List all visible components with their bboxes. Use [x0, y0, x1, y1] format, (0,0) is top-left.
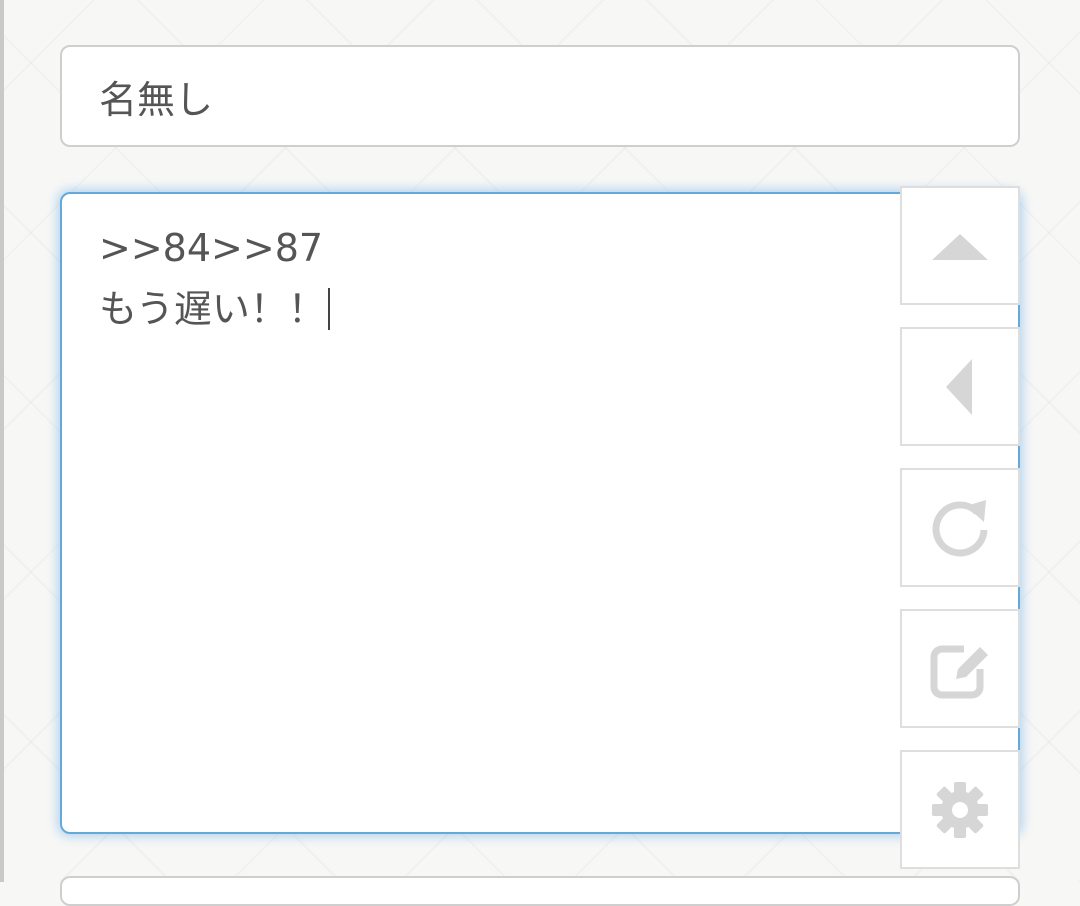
- back-button[interactable]: [900, 327, 1020, 446]
- refresh-icon: [932, 499, 988, 556]
- name-input[interactable]: 名無し: [60, 45, 1020, 147]
- scroll-top-button[interactable]: [900, 186, 1020, 305]
- gear-icon: [932, 781, 988, 838]
- message-line-text: もう遅い！！: [99, 287, 326, 331]
- text-caret: [327, 288, 330, 330]
- next-field[interactable]: [60, 876, 1020, 906]
- edit-icon: [930, 645, 988, 698]
- page-edge: [0, 0, 4, 882]
- reload-button[interactable]: [900, 468, 1020, 587]
- name-input-value: 名無し: [99, 77, 214, 122]
- triangle-up-icon: [932, 233, 988, 260]
- message-line-with-caret: もう遅い！！: [99, 279, 1018, 340]
- message-textarea[interactable]: >>84>>87 もう遅い！！: [60, 192, 1020, 834]
- message-line: >>84>>87: [99, 226, 324, 270]
- settings-button[interactable]: [900, 750, 1020, 869]
- compose-button[interactable]: [900, 609, 1020, 728]
- triangle-left-icon: [946, 358, 972, 415]
